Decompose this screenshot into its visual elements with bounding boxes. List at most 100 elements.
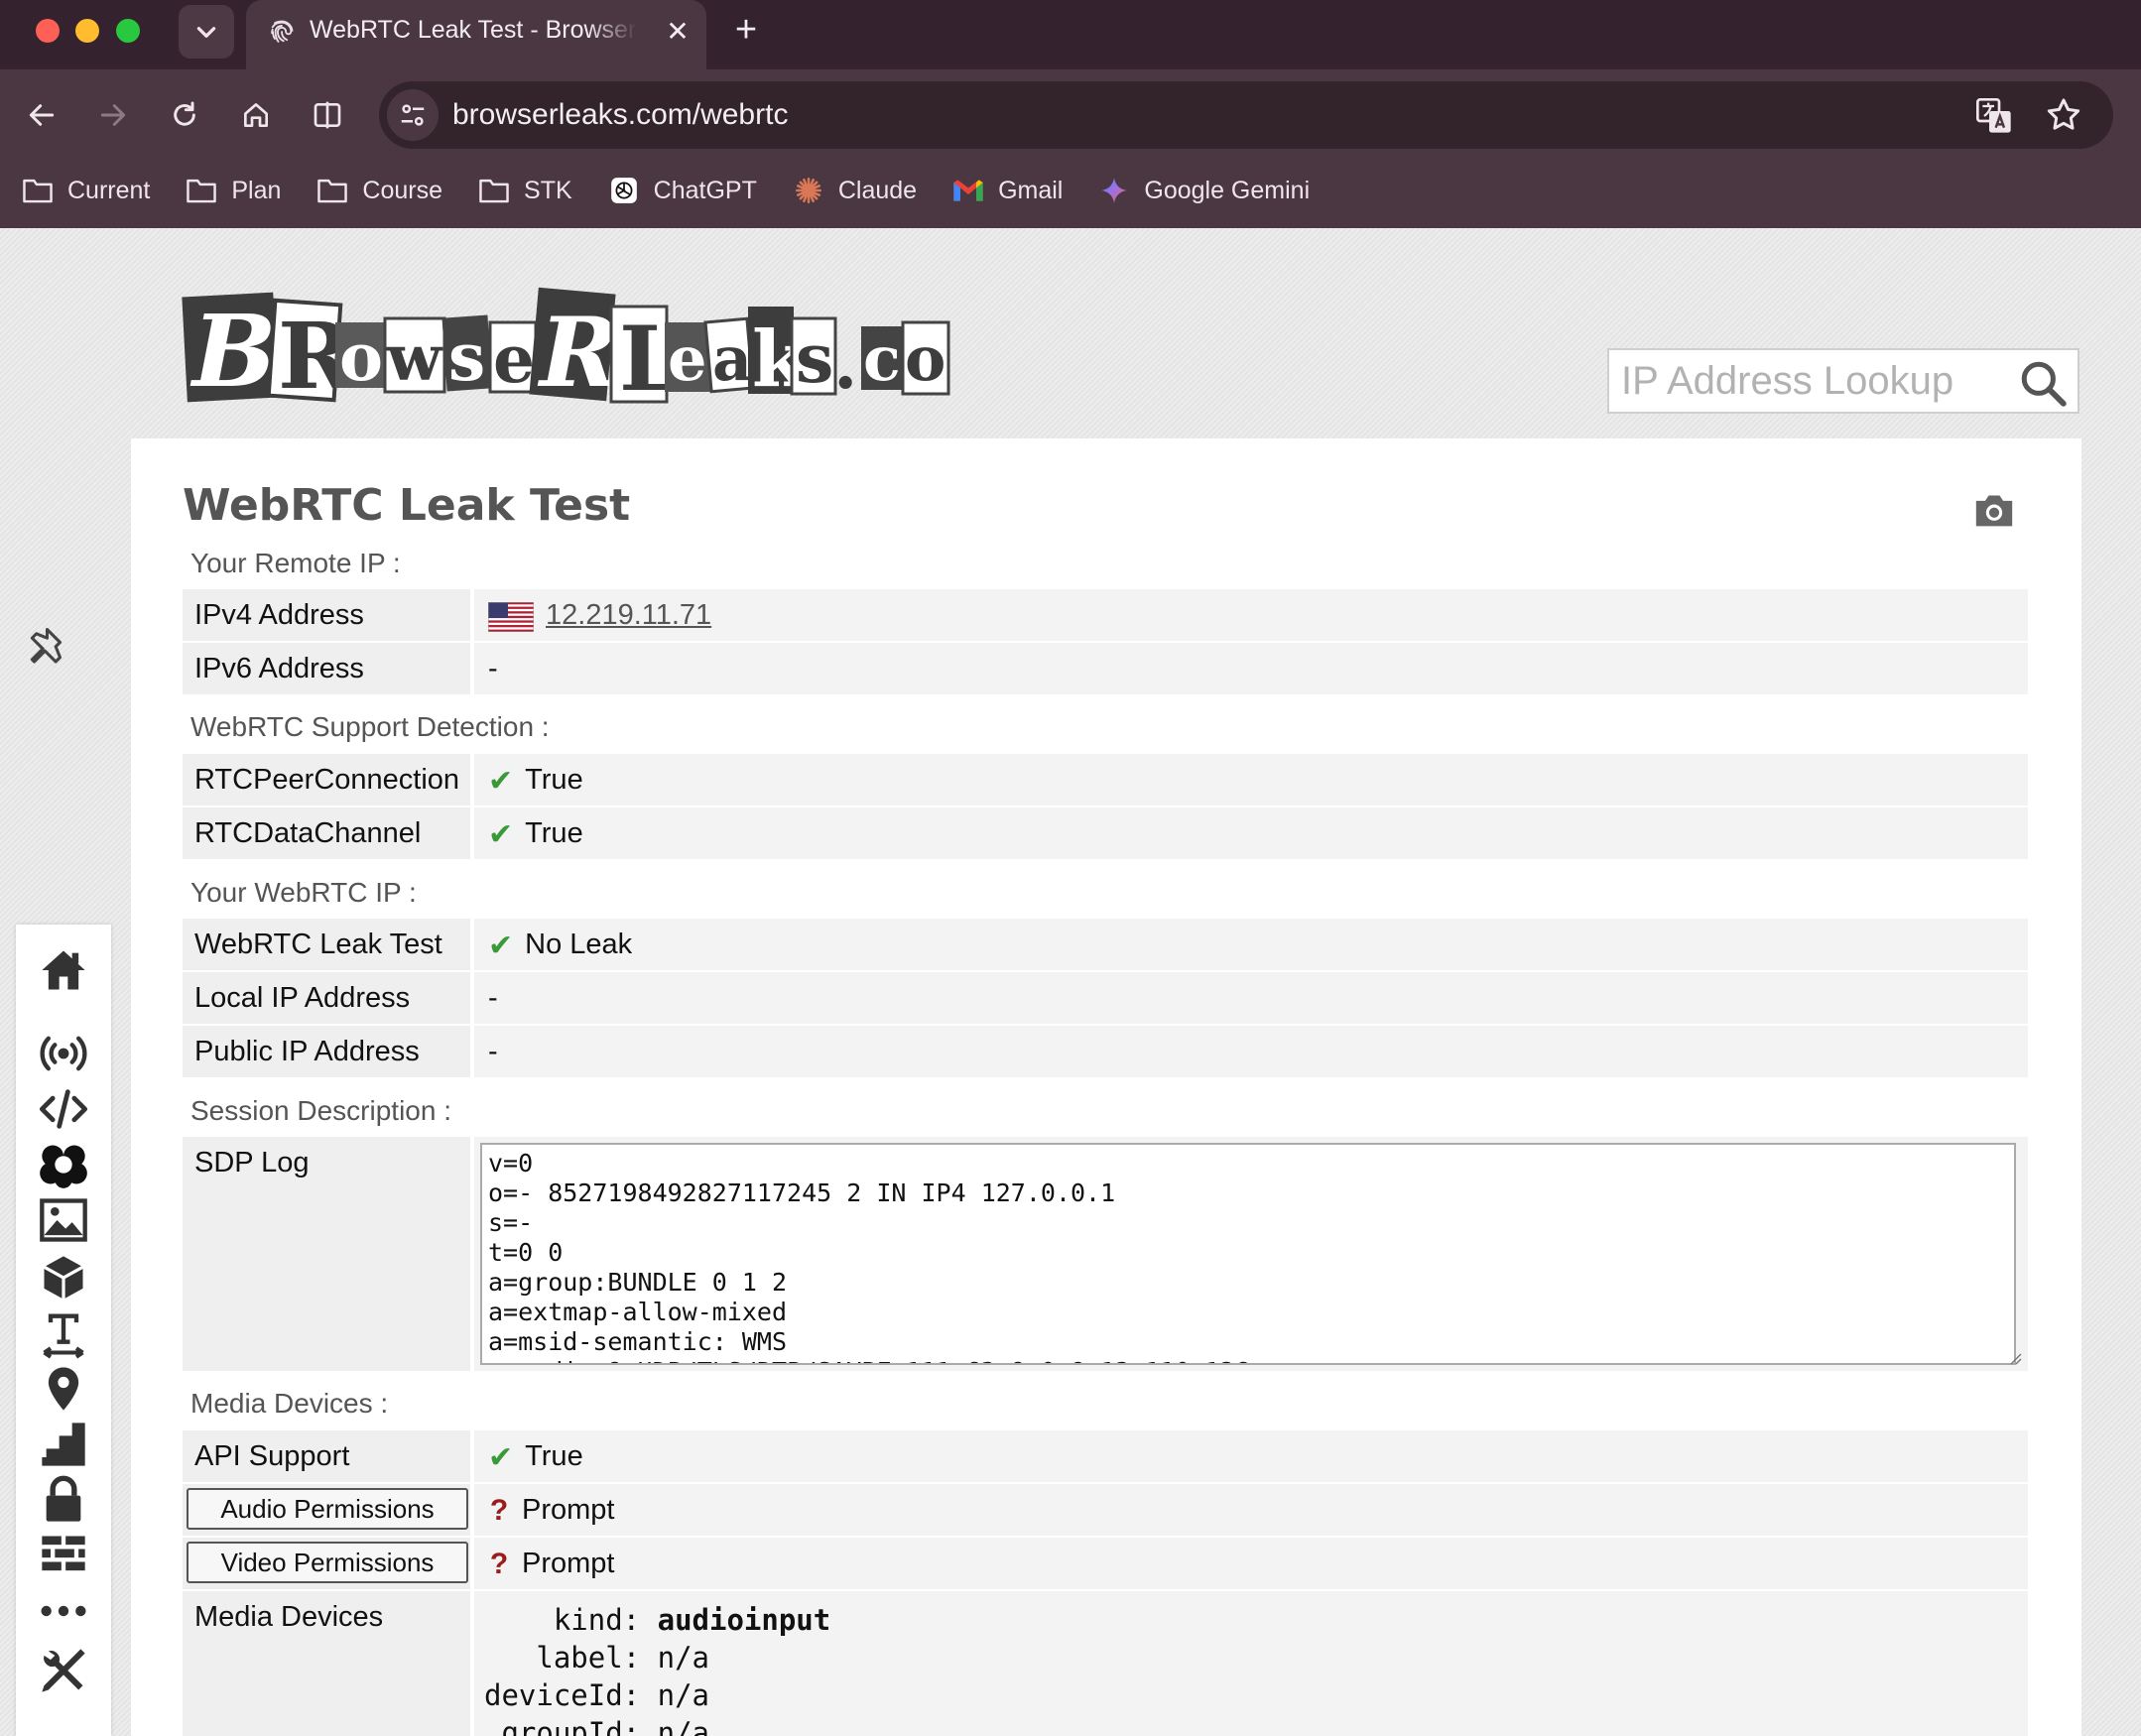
row-ipv6: IPv6 Address - — [183, 643, 2028, 694]
ipv4-cell: 12.219.11.71 — [474, 589, 2028, 641]
api-support-label: API Support — [183, 1430, 470, 1482]
reload-button[interactable] — [161, 91, 208, 139]
section-media-devices: Media Devices : — [190, 1388, 389, 1419]
home-icon[interactable] — [38, 944, 89, 996]
bookmark-course[interactable]: Course — [316, 169, 442, 212]
bookmark-label: STK — [524, 176, 572, 204]
row-public-ip: Public IP Address - — [183, 1026, 2028, 1077]
row-audio-permissions: Audio Permissions ? Prompt — [183, 1484, 2028, 1536]
location-pin-icon[interactable] — [38, 1363, 89, 1415]
bookmark-gmail[interactable]: Gmail — [952, 169, 1063, 212]
bookmark-chatgpt[interactable]: ChatGPT — [608, 169, 757, 212]
device-line: kind: audioinput — [484, 1603, 830, 1637]
tools-icon[interactable] — [38, 1645, 89, 1696]
kind-value: audioinput — [657, 1603, 831, 1637]
bookmark-label: Gmail — [998, 176, 1064, 204]
pin-icon[interactable] — [28, 623, 79, 675]
bookmark-plan[interactable]: Plan — [186, 169, 281, 212]
text-width-icon[interactable] — [38, 1307, 89, 1359]
bookmark-label: Plan — [231, 176, 282, 204]
ipv4-label: IPv4 Address — [183, 589, 470, 641]
more-icon[interactable] — [38, 1585, 89, 1637]
svg-text:s: s — [448, 318, 485, 396]
ipv4-link[interactable]: 12.219.11.71 — [546, 599, 711, 632]
bookmark-claude[interactable]: Claude — [793, 169, 917, 212]
checkmark-icon: ✔ — [488, 818, 514, 851]
section-webrtc-support: WebRTC Support Detection : — [190, 711, 550, 742]
rtcpeerconnection-cell: ✔ True — [474, 754, 2028, 806]
home-button[interactable] — [232, 91, 280, 139]
checkmark-icon: ✔ — [488, 765, 514, 798]
audio-permissions-button[interactable]: Audio Permissions — [187, 1488, 468, 1530]
image-icon[interactable] — [38, 1194, 89, 1246]
new-tab-button[interactable]: + — [726, 8, 766, 52]
gemini-icon — [1101, 178, 1128, 203]
rtcdatachannel-cell: ✔ True — [474, 807, 2028, 859]
sdp-log-textarea[interactable]: v=0 o=- 8527198492827117245 2 IN IP4 127… — [480, 1143, 2016, 1365]
question-icon: ? — [489, 1494, 509, 1527]
device-line: label: n/a — [484, 1641, 709, 1674]
svg-text:c: c — [863, 322, 901, 395]
close-window-button[interactable] — [36, 19, 60, 43]
search-icon[interactable] — [2018, 358, 2068, 408]
browserleaks-logo[interactable]: B R o w s e R L e a k s . c o — [181, 277, 954, 416]
site-info-button[interactable] — [387, 89, 439, 141]
webrtc-leak-test-value: No Leak — [525, 929, 633, 960]
checkmark-icon: ✔ — [488, 930, 514, 962]
ipv6-value: - — [474, 643, 2028, 694]
svg-text:o: o — [339, 318, 383, 396]
bookmark-label: Current — [67, 176, 151, 204]
groupid-value: n/a — [657, 1716, 710, 1736]
video-permissions-value: Prompt — [522, 1548, 615, 1579]
bookmark-label: Google Gemini — [1144, 176, 1311, 204]
stairs-icon[interactable] — [38, 1419, 89, 1470]
firewall-icon[interactable] — [38, 1530, 89, 1581]
webrtc-icon[interactable] — [38, 1139, 89, 1190]
lock-icon[interactable] — [38, 1474, 89, 1526]
active-tab[interactable]: WebRTC Leak Test - BrowserLeaks ✕ — [246, 0, 706, 69]
tab-title: WebRTC Leak Test - BrowserLeaks — [310, 16, 637, 44]
code-icon[interactable] — [38, 1083, 89, 1135]
split-view-button[interactable] — [304, 91, 351, 139]
sdp-log-cell: v=0 o=- 8527198492827117245 2 IN IP4 127… — [474, 1137, 2028, 1371]
camera-icon[interactable] — [1972, 490, 2016, 530]
local-ip-value: - — [474, 972, 2028, 1024]
page-title: WebRTC Leak Test — [183, 480, 631, 531]
cube-icon[interactable] — [38, 1252, 89, 1303]
bookmark-star-icon[interactable] — [2044, 95, 2083, 135]
address-bar[interactable]: browserleaks.com/webrtc — [379, 81, 2113, 149]
bookmark-current[interactable]: Current — [22, 169, 150, 212]
broadcast-icon[interactable] — [38, 1028, 89, 1079]
video-permissions-button[interactable]: Video Permissions — [187, 1542, 468, 1583]
checkmark-icon: ✔ — [488, 1441, 514, 1474]
bookmark-label: ChatGPT — [653, 176, 757, 204]
ip-lookup-input[interactable] — [1609, 350, 2016, 412]
svg-text:B: B — [189, 293, 277, 410]
webrtc-leak-test-cell: ✔ No Leak — [474, 919, 2028, 970]
translate-icon[interactable] — [1974, 96, 2014, 136]
arrow-left-icon — [29, 104, 55, 126]
folder-icon — [187, 179, 217, 203]
resize-handle-icon[interactable] — [2006, 1349, 2022, 1365]
folder-icon — [23, 179, 53, 203]
svg-text:e: e — [493, 320, 535, 398]
minimize-window-button[interactable] — [75, 19, 99, 43]
back-button[interactable] — [18, 91, 65, 139]
url-text[interactable]: browserleaks.com/webrtc — [452, 98, 788, 132]
ip-lookup-box — [1607, 348, 2079, 414]
row-sdp-log: SDP Log v=0 o=- 8527198492827117245 2 IN… — [183, 1137, 2028, 1371]
chevron-down-icon — [196, 27, 216, 38]
row-webrtc-leak-test: WebRTC Leak Test ✔ No Leak — [183, 919, 2028, 970]
svg-text:a: a — [712, 322, 752, 395]
ipv6-label: IPv6 Address — [183, 643, 470, 694]
close-tab-icon[interactable]: ✕ — [661, 14, 694, 48]
zoom-window-button[interactable] — [116, 19, 140, 43]
forward-button[interactable] — [89, 91, 137, 139]
section-remote-ip: Your Remote IP : — [190, 548, 401, 578]
us-flag-icon — [488, 602, 534, 632]
tab-search-button[interactable] — [179, 5, 234, 59]
split-view-icon — [314, 101, 341, 129]
bookmark-stk[interactable]: STK — [478, 169, 572, 212]
bookmark-google-gemini[interactable]: Google Gemini — [1098, 169, 1310, 212]
device-line: deviceId: n/a — [484, 1678, 709, 1712]
